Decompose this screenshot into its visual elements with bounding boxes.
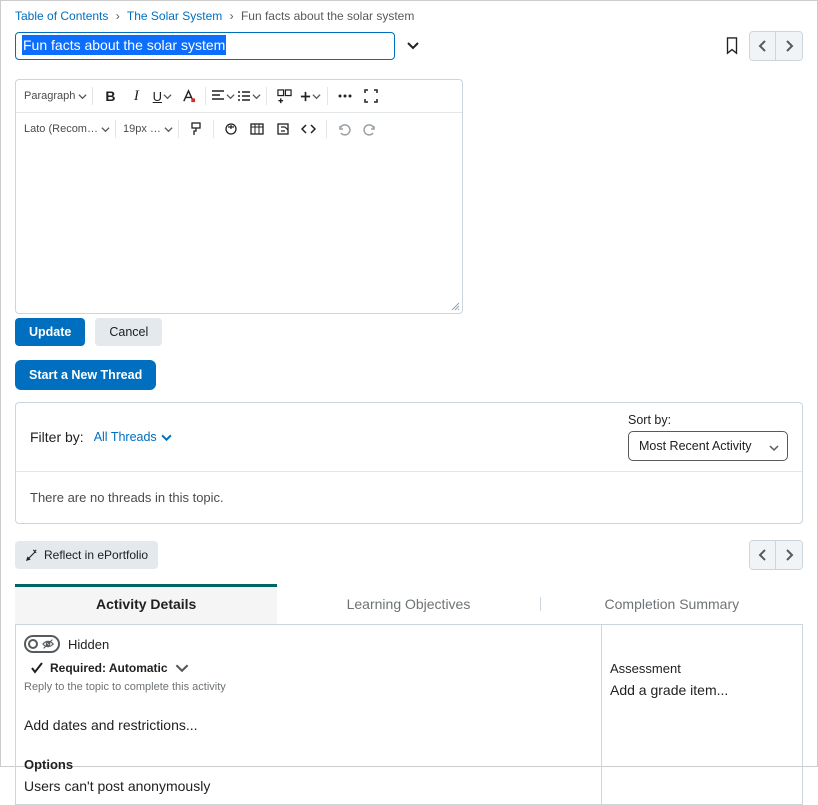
completion-hint: Reply to the topic to complete this acti… <box>24 681 593 693</box>
title-row: Fun facts about the solar system <box>1 27 817 75</box>
no-threads-message: There are no threads in this topic. <box>16 471 802 523</box>
filter-label: Filter by: <box>30 429 84 445</box>
breadcrumb-root[interactable]: Table of Contents <box>15 9 108 23</box>
resize-handle-icon[interactable] <box>450 301 460 311</box>
undo-button[interactable] <box>332 118 356 140</box>
reflect-icon <box>25 549 38 562</box>
insert-more-button[interactable] <box>298 85 322 107</box>
assessment-header: Assessment <box>610 661 794 676</box>
rich-text-editor: Paragraph B I U Lato (Recom… 19px … <box>15 79 463 314</box>
cancel-button[interactable]: Cancel <box>95 318 162 346</box>
size-select[interactable]: 19px … <box>121 118 173 140</box>
font-select[interactable]: Lato (Recom… <box>22 118 110 140</box>
title-input[interactable]: Fun facts about the solar system <box>15 32 395 60</box>
source-code-button[interactable] <box>297 118 321 140</box>
reflect-button[interactable]: Reflect in ePortfolio <box>15 541 158 569</box>
italic-button[interactable]: I <box>124 85 148 107</box>
underline-button[interactable]: U <box>150 85 174 107</box>
visibility-toggle[interactable] <box>24 635 60 653</box>
align-button[interactable] <box>211 85 235 107</box>
fullscreen-button[interactable] <box>359 85 383 107</box>
tab-completion-summary[interactable]: Completion Summary <box>541 584 803 624</box>
text-color-button[interactable] <box>176 85 200 107</box>
add-grade-item-link[interactable]: Add a grade item... <box>610 682 794 698</box>
visibility-label: Hidden <box>68 637 109 652</box>
nav-next-button-bottom[interactable] <box>776 541 802 569</box>
paragraph-select[interactable]: Paragraph <box>22 85 87 107</box>
hidden-icon <box>41 637 55 651</box>
breadcrumb-current: Fun facts about the solar system <box>241 9 414 23</box>
activity-details-panel: Hidden Required: Automatic Reply to the … <box>15 625 803 805</box>
options-header: Options <box>24 757 593 772</box>
format-painter-button[interactable] <box>184 118 208 140</box>
sort-select[interactable]: Most Recent Activity <box>628 431 788 461</box>
table-button[interactable] <box>245 118 269 140</box>
options-text: Users can't post anonymously <box>24 778 593 794</box>
sort-label: Sort by: <box>628 413 788 427</box>
bottom-nav-group <box>749 540 803 570</box>
equation-button[interactable] <box>219 118 243 140</box>
breadcrumb-parent[interactable]: The Solar System <box>127 9 222 23</box>
nav-prev-button[interactable] <box>750 32 776 60</box>
top-nav-group <box>749 31 803 61</box>
check-icon <box>30 661 44 675</box>
tab-activity-details[interactable]: Activity Details <box>15 584 277 624</box>
list-button[interactable] <box>237 85 261 107</box>
add-dates-link[interactable]: Add dates and restrictions... <box>24 717 593 733</box>
filter-select[interactable]: All Threads <box>94 430 172 444</box>
title-expand-icon[interactable] <box>405 38 421 54</box>
new-thread-button[interactable]: Start a New Thread <box>15 360 156 390</box>
breadcrumb: Table of Contents › The Solar System › F… <box>1 1 817 27</box>
completion-method[interactable]: Required: Automatic <box>24 661 593 675</box>
redo-button[interactable] <box>358 118 382 140</box>
insert-stuff-button[interactable] <box>272 85 296 107</box>
update-button[interactable]: Update <box>15 318 85 346</box>
editor-body[interactable] <box>16 145 462 313</box>
chevron-down-icon <box>175 661 189 675</box>
nav-prev-button-bottom[interactable] <box>750 541 776 569</box>
threads-panel: Filter by: All Threads Sort by: Most Rec… <box>15 402 803 524</box>
nav-next-button[interactable] <box>776 32 802 60</box>
accessibility-button[interactable] <box>271 118 295 140</box>
tabs: Activity Details Learning Objectives Com… <box>15 584 803 625</box>
more-actions-button[interactable] <box>333 85 357 107</box>
bookmark-icon[interactable] <box>723 37 741 55</box>
bold-button[interactable]: B <box>98 85 122 107</box>
tab-learning-objectives[interactable]: Learning Objectives <box>277 584 539 624</box>
